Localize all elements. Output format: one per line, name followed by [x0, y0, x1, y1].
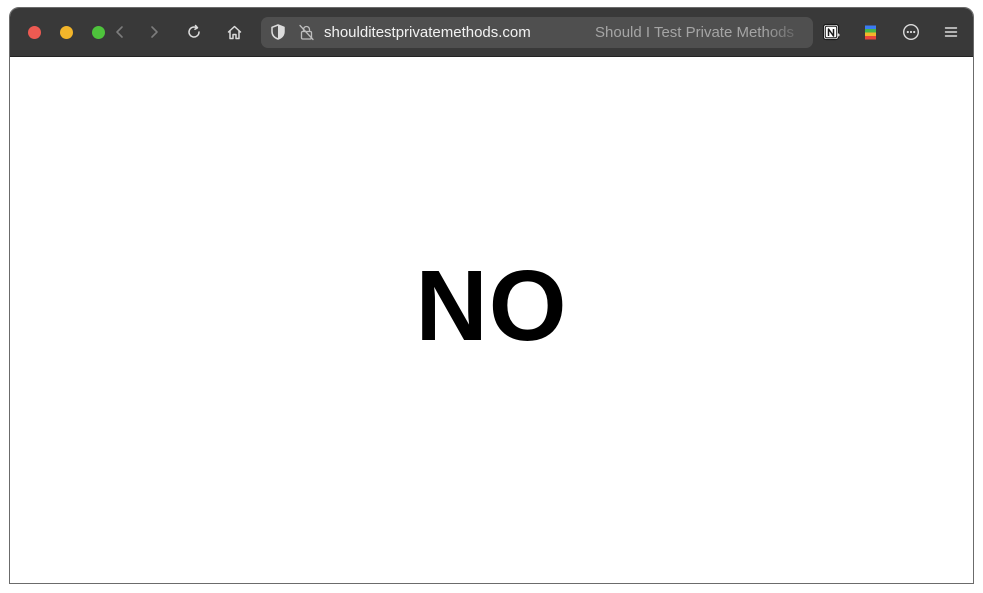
close-window-button[interactable] — [28, 26, 41, 39]
url-text[interactable]: shoulditestprivatemethods.com — [324, 24, 531, 41]
browser-toolbar: shoulditestprivatemethods.com Should I T… — [10, 8, 973, 57]
minimize-window-button[interactable] — [60, 26, 73, 39]
notion-extension-icon[interactable] — [819, 20, 843, 44]
menu-icon[interactable] — [939, 20, 963, 44]
insecure-lock-icon[interactable] — [298, 24, 315, 41]
address-bar[interactable]: shoulditestprivatemethods.com Should I T… — [261, 17, 813, 48]
color-extension-icon[interactable] — [858, 20, 882, 44]
zoom-window-button[interactable] — [92, 26, 105, 39]
shield-icon[interactable] — [269, 23, 287, 41]
answer-text: NO — [415, 250, 568, 362]
forward-icon[interactable] — [142, 20, 166, 44]
more-options-icon[interactable] — [899, 20, 923, 44]
home-icon[interactable] — [222, 20, 246, 44]
browser-window: shoulditestprivatemethods.com Should I T… — [9, 7, 974, 584]
reload-icon[interactable] — [182, 20, 206, 44]
page-content: NO — [10, 57, 973, 583]
page-title-in-urlbar: Should I Test Private Methods — [595, 24, 794, 41]
back-icon[interactable] — [108, 20, 132, 44]
